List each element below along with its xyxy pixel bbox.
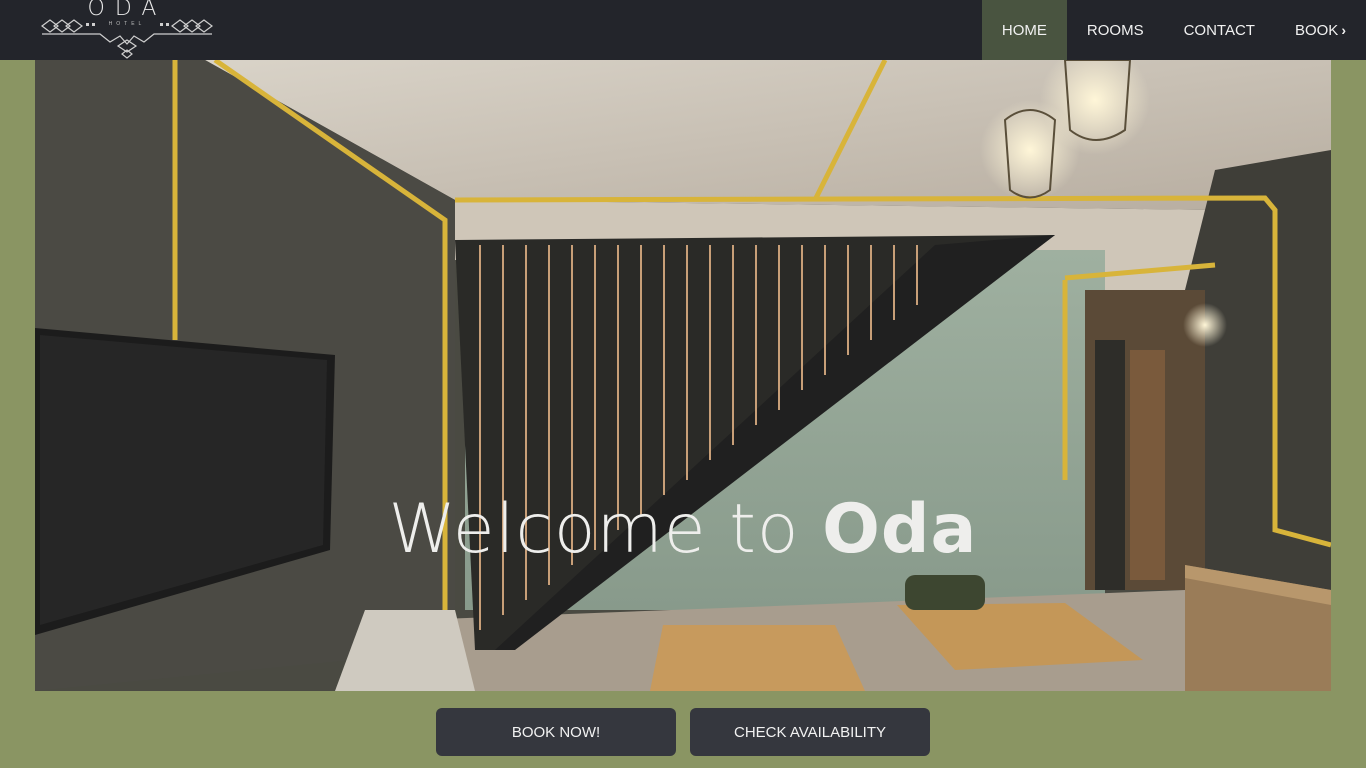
welcome-prefix: Welcome to: [388, 490, 823, 569]
nav-contact[interactable]: CONTACT: [1164, 0, 1275, 60]
hotel-room-photo: [35, 60, 1331, 691]
nav-rooms[interactable]: ROOMS: [1067, 0, 1164, 60]
chevron-right-icon: ›: [1341, 22, 1346, 38]
book-now-button[interactable]: BOOK NOW!: [436, 708, 676, 756]
nav-rooms-label: ROOMS: [1086, 21, 1144, 39]
nav-book[interactable]: BOOK ›: [1275, 0, 1366, 60]
welcome-hotel-name: Oda: [822, 490, 978, 569]
logo-ornament-icon: [41, 19, 213, 59]
hero-banner: Welcome to Oda: [35, 60, 1331, 691]
nav-home[interactable]: HOME: [981, 0, 1067, 60]
nav-home-label: HOME: [1001, 21, 1047, 39]
top-navbar: ODA HOTEL HOME ROOMS CONTACT BOOK ›: [0, 0, 1366, 60]
nav-book-label: BOOK: [1294, 21, 1339, 39]
main-nav: HOME ROOMS CONTACT BOOK ›: [981, 0, 1366, 60]
nav-contact-label: CONTACT: [1183, 21, 1255, 39]
oda-hotel-logo[interactable]: ODA HOTEL: [40, 0, 214, 60]
welcome-heading: Welcome to Oda: [35, 490, 1331, 569]
check-availability-button[interactable]: CHECK AVAILABILITY: [690, 708, 930, 756]
